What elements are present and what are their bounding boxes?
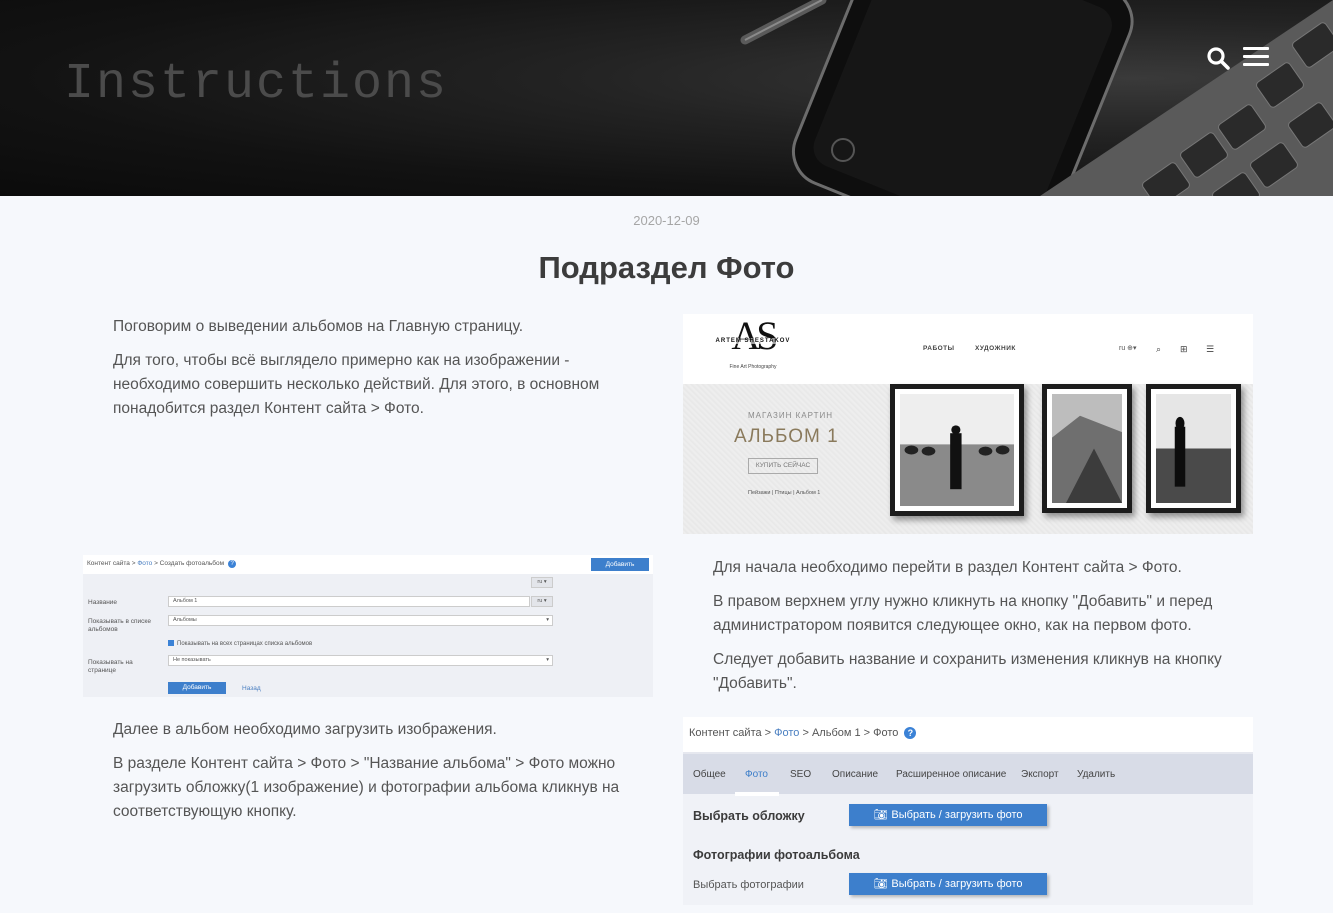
create-album-screenshot: Контент сайта > Фото > Создать фотоальбо… — [83, 555, 653, 697]
form-submit-button: Добавить — [168, 682, 226, 694]
preview-shop-label: МАГАЗИН КАРТИН — [748, 411, 834, 420]
preview-menu-icon: ☰ — [1206, 344, 1215, 354]
tab-photo: Фото — [745, 769, 768, 780]
cover-upload-button: 📷︎ Выбрать / загрузить фото — [849, 804, 1047, 826]
help-icon: ? — [904, 727, 917, 739]
site-preview-screenshot: AS ARTEM SHESTAKOV Fine Art Photography … — [683, 314, 1253, 534]
preview-search-icon: ⌕ — [1156, 344, 1162, 354]
paragraph: Поговорим о выведении альбомов на Главну… — [113, 318, 524, 335]
preview-categories: Пейзажи | Птицы | Альбом 1 — [748, 490, 821, 496]
paragraph: Для начала необходимо перейти в раздел К… — [713, 559, 1182, 576]
upload-text: Далее в альбом необходимо загрузить изоб… — [113, 718, 633, 834]
intro-text: Поговорим о выведении альбомов на Главну… — [113, 315, 613, 431]
form-name-label: Название — [88, 599, 118, 606]
form-lang-select: ru ▾ — [531, 577, 553, 588]
preview-logo: AS ARTEM SHESTAKOV Fine Art Photography — [713, 316, 793, 376]
paragraph: Для того, чтобы всё выглядело примерно к… — [113, 352, 600, 417]
search-icon[interactable] — [1206, 46, 1232, 72]
tab-general: Общее — [693, 769, 726, 780]
hero-title: Instructions — [64, 56, 449, 113]
paragraph: В правом верхнем углу нужно кликнуть на … — [713, 593, 1213, 634]
menu-icon[interactable] — [1243, 47, 1271, 69]
hero-banner: Instructions — [0, 0, 1333, 196]
photos-breadcrumb: Контент сайта > Фото > Альбом 1 > Фото? — [689, 727, 917, 739]
form-back-link: Назад — [242, 685, 261, 692]
preview-album-title: АЛЬБОМ 1 — [734, 426, 839, 447]
form-name-lang: ru ▾ — [531, 596, 553, 607]
active-tab-indicator — [735, 792, 779, 796]
photos-tabs: Общее Фото SEO Описание Расширенное опис… — [683, 752, 1253, 796]
paragraph: Далее в альбом необходимо загрузить изоб… — [113, 721, 497, 738]
paragraph: В разделе Контент сайта > Фото > "Назван… — [113, 755, 620, 820]
photos-upload-button: 📷︎ Выбрать / загрузить фото — [849, 873, 1047, 895]
steps-text: Для начала необходимо перейти в раздел К… — [713, 556, 1233, 706]
form-name-input: Альбом 1 — [168, 596, 530, 607]
preview-frame — [1146, 384, 1241, 513]
help-icon: ? — [228, 560, 237, 568]
paragraph: Следует добавить название и сохранить из… — [713, 651, 1222, 692]
tab-description: Описание — [832, 769, 879, 780]
tab-export: Экспорт — [1021, 769, 1059, 780]
form-breadcrumb: Контент сайта > Фото > Создать фотоальбо… — [87, 560, 237, 568]
photos-label: Выбрать фотографии — [693, 879, 804, 891]
preview-nav-artist: ХУДОЖНИК — [975, 345, 1016, 352]
preview-cart-icon: ⊞ — [1180, 344, 1188, 354]
tab-seo: SEO — [790, 769, 812, 780]
form-page-select: Не показывать ▾ — [168, 655, 553, 666]
post-title: Подраздел Фото — [538, 250, 795, 285]
tab-extended-description: Расширенное описание — [896, 769, 1007, 780]
tab-delete: Удалить — [1077, 769, 1116, 780]
preview-buy-button: КУПИТЬ СЕЙЧАС — [748, 458, 818, 474]
camera-icon: 📷︎ — [873, 878, 888, 890]
post-date: 2020-12-09 — [633, 213, 700, 228]
form-show-select: Альбомы ▾ — [168, 615, 553, 626]
form-add-button: Добавить — [591, 558, 649, 571]
preview-frame — [890, 384, 1024, 516]
preview-frame — [1042, 384, 1132, 513]
photos-section-title: Фотографии фотоальбома — [693, 848, 860, 862]
cover-label: Выбрать обложку — [693, 809, 805, 823]
preview-header: AS ARTEM SHESTAKOV Fine Art Photography … — [683, 314, 1253, 384]
preview-lang: ru ⊕▾ — [1119, 345, 1137, 352]
form-page-label: Показывать на странице — [88, 659, 133, 674]
form-show-checkbox: Показывать на всех страницах списка альб… — [168, 640, 312, 647]
album-photos-screenshot: Контент сайта > Фото > Альбом 1 > Фото? … — [683, 717, 1253, 905]
preview-nav-works: РАБОТЫ — [923, 345, 955, 352]
camera-icon: 📷︎ — [873, 809, 888, 821]
form-show-label: Показывать в списке альбомов — [88, 618, 151, 633]
preview-banner: МАГАЗИН КАРТИН АЛЬБОМ 1 КУПИТЬ СЕЙЧАС Пе… — [683, 384, 1253, 534]
